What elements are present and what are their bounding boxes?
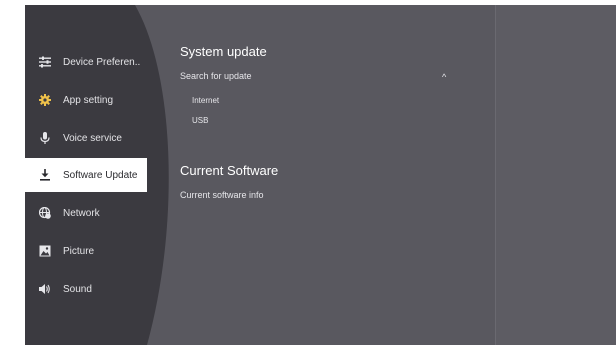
sidebar-item-voice-service[interactable]: Voice service	[25, 121, 147, 155]
gear-icon	[39, 94, 51, 106]
download-icon	[40, 169, 50, 181]
picture-icon	[39, 245, 51, 257]
globe-icon	[39, 207, 51, 219]
sidebar-item-label: Voice service	[63, 132, 122, 144]
settings-screen: Device Preferen.. App setting Voice serv…	[25, 5, 616, 345]
sidebar-item-label: Software Update	[63, 169, 138, 181]
sidebar-item-label: Sound	[63, 283, 92, 295]
microphone-icon	[40, 132, 50, 144]
sidebar-item-sound[interactable]: Sound	[25, 272, 147, 306]
update-option-usb[interactable]: USB	[192, 116, 208, 125]
sidebar-item-label: Device Preferen..	[63, 56, 141, 68]
search-for-update-row[interactable]: Search for update	[180, 71, 252, 81]
sidebar-item-device-preferences[interactable]: Device Preferen..	[25, 45, 147, 79]
sidebar-item-label: Picture	[63, 245, 95, 257]
current-software-title: Current Software	[180, 163, 279, 178]
sidebar-item-label: Network	[63, 207, 100, 219]
update-option-internet[interactable]: Internet	[192, 96, 219, 105]
sidebar-item-software-update[interactable]: Software Update	[25, 158, 147, 192]
sidebar: Device Preferen.. App setting Voice serv…	[25, 5, 185, 345]
speaker-icon	[39, 284, 50, 294]
expand-chevron-icon[interactable]: ^	[442, 72, 446, 82]
sidebar-item-app-setting[interactable]: App setting	[25, 83, 147, 117]
sidebar-item-picture[interactable]: Picture	[25, 234, 147, 268]
system-update-title: System update	[180, 44, 267, 59]
current-software-info-row[interactable]: Current software info	[180, 190, 264, 200]
main-content: System update Search for update ^ Intern…	[180, 5, 495, 345]
sidebar-item-network[interactable]: Network	[25, 196, 147, 230]
sidebar-item-label: App setting	[63, 94, 114, 106]
sliders-icon	[39, 56, 51, 68]
detail-panel	[495, 5, 616, 345]
